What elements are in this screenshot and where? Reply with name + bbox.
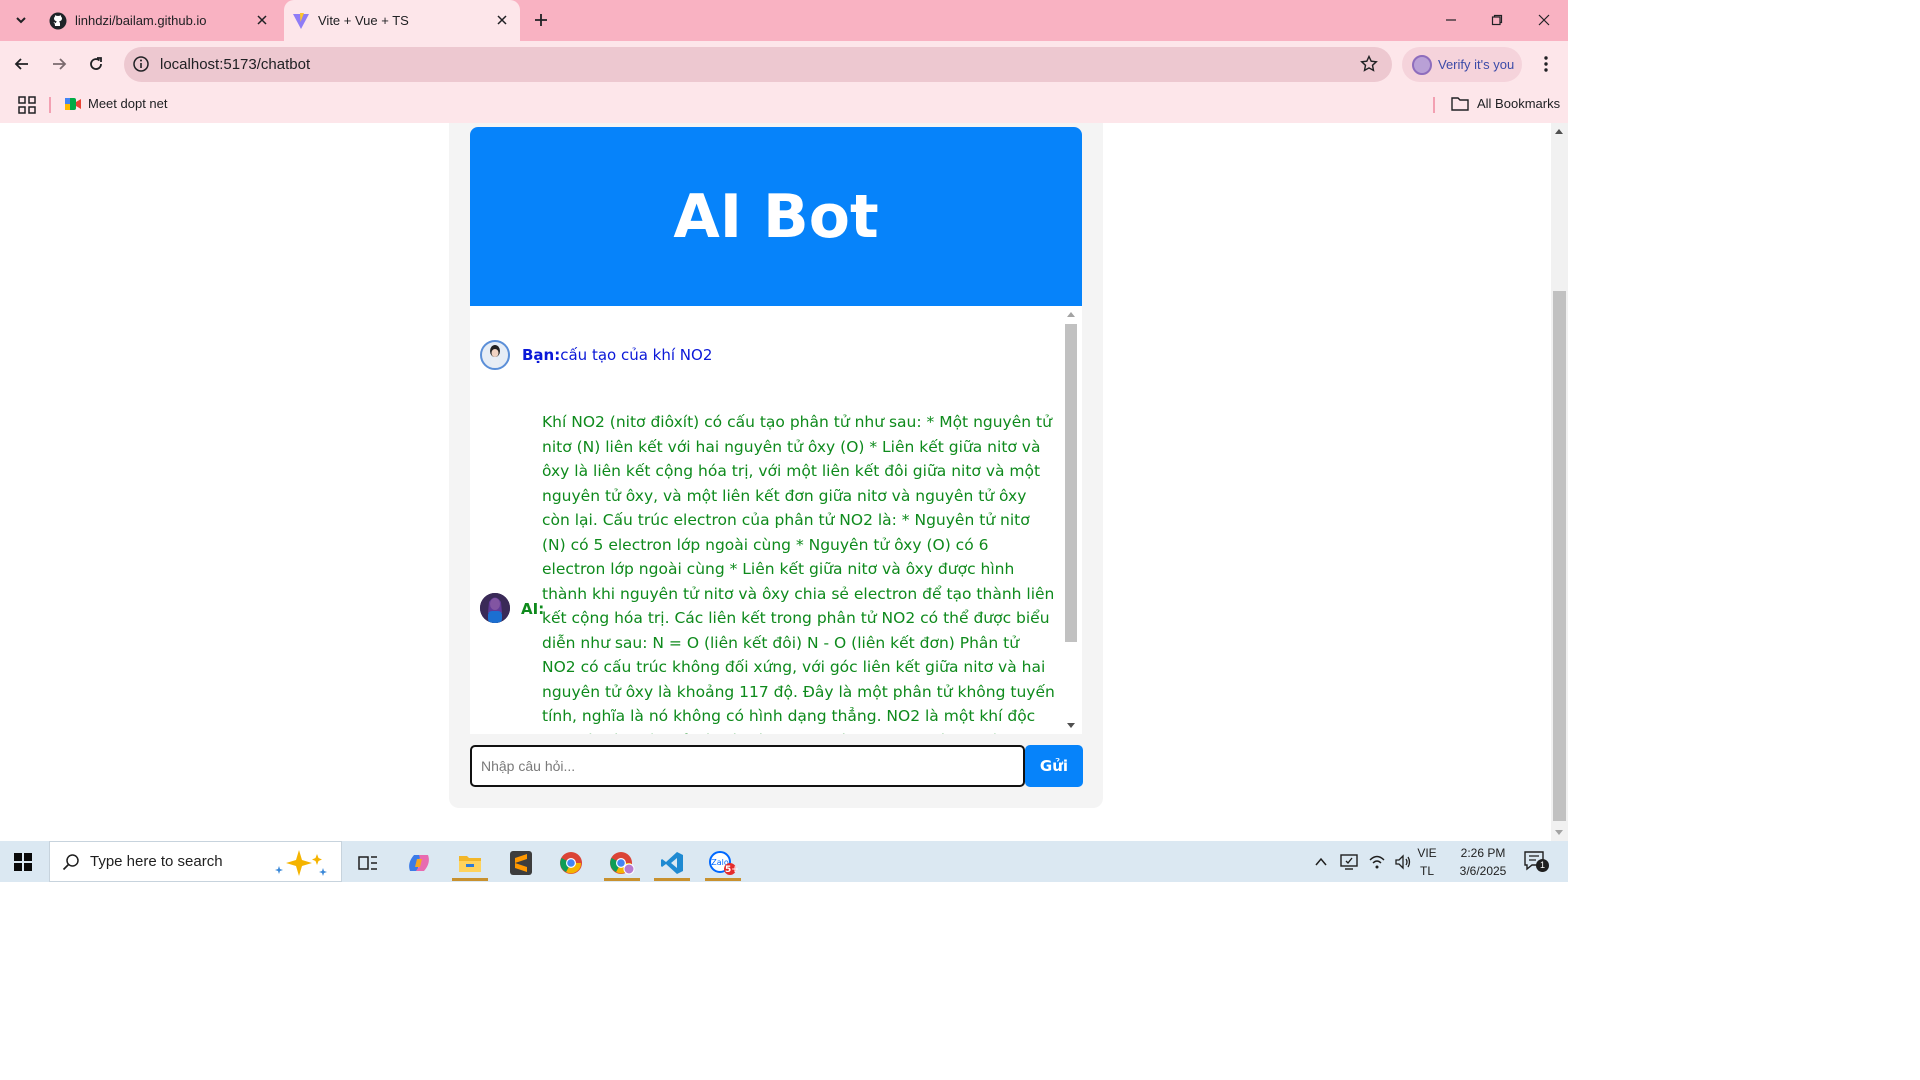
- browser-toolbar: localhost:5173/chatbot Verify it's you: [0, 41, 1568, 88]
- chatbot-card: AI Bot Bạn: cấu tạo của khí NO2 Khí NO2 …: [449, 123, 1103, 808]
- tab-title: linhdzi/bailam.github.io: [75, 13, 207, 28]
- forward-button[interactable]: [48, 53, 70, 75]
- browser-menu-button[interactable]: [1536, 53, 1556, 75]
- url-text: localhost:5173/chatbot: [160, 56, 311, 73]
- folder-icon: [1451, 96, 1469, 111]
- clock-date: 3/6/2025: [1459, 864, 1507, 878]
- wifi-icon[interactable]: [1368, 854, 1386, 870]
- page-scrollbar[interactable]: [1551, 123, 1568, 841]
- browser-tab-strip: linhdzi/bailam.github.io Vite + Vue + TS: [0, 0, 1568, 41]
- chat-input-row: Gửi: [470, 745, 1083, 787]
- sublime-text-icon[interactable]: [501, 845, 541, 881]
- verify-label: Verify it's you: [1438, 57, 1515, 72]
- profile-avatar-icon: [1412, 54, 1432, 75]
- windows-start-icon[interactable]: [14, 853, 32, 871]
- chevron-down-icon: [16, 17, 26, 24]
- tab-github[interactable]: linhdzi/bailam.github.io: [40, 0, 280, 41]
- scroll-up-arrow-icon[interactable]: [1555, 129, 1563, 134]
- site-info-icon[interactable]: [132, 55, 150, 73]
- bookmark-separator: [49, 97, 51, 113]
- scroll-down-arrow-icon[interactable]: [1555, 830, 1563, 835]
- taskbar-clock[interactable]: 2:26 PM 3/6/2025: [1453, 844, 1513, 880]
- chat-scrollbar[interactable]: [1064, 308, 1078, 732]
- language-code: VIE: [1417, 846, 1437, 860]
- tab-vite[interactable]: Vite + Vue + TS: [284, 0, 520, 41]
- google-meet-icon: [65, 97, 81, 110]
- ai-avatar-image: [480, 593, 510, 623]
- more-vertical-icon: [1544, 56, 1548, 72]
- notification-center[interactable]: 1: [1524, 851, 1549, 873]
- windows-taskbar: Type here to search Zalo 5+ VIE TL 2:26 …: [0, 841, 1568, 882]
- back-button[interactable]: [11, 53, 33, 75]
- arrow-left-icon: [14, 58, 28, 70]
- vscode-icon[interactable]: [652, 845, 692, 881]
- scroll-up-arrow-icon[interactable]: [1067, 312, 1075, 317]
- taskbar-search[interactable]: Type here to search: [49, 841, 342, 882]
- zalo-badge: 5+: [725, 865, 739, 875]
- page-scrollbar-thumb[interactable]: [1553, 291, 1566, 821]
- all-bookmarks-button[interactable]: All Bookmarks: [1451, 96, 1560, 111]
- minimize-icon: [1446, 19, 1456, 21]
- minimize-button[interactable]: [1440, 10, 1462, 30]
- user-sender-label: Bạn:: [522, 346, 561, 364]
- chat-header: AI Bot: [470, 127, 1082, 306]
- profile-verify-button[interactable]: Verify it's you: [1402, 47, 1522, 82]
- arrow-right-icon: [53, 58, 67, 70]
- apps-grid-icon[interactable]: [17, 95, 37, 115]
- scroll-down-arrow-icon[interactable]: [1067, 723, 1075, 728]
- github-icon: [49, 12, 67, 30]
- question-input[interactable]: [470, 745, 1025, 787]
- monitor-icon[interactable]: [1340, 853, 1358, 870]
- bookmark-star-icon[interactable]: [1360, 55, 1378, 73]
- reload-icon: [90, 57, 102, 70]
- tab-title: Vite + Vue + TS: [318, 13, 409, 28]
- clock-time: 2:26 PM: [1460, 846, 1506, 860]
- reload-button[interactable]: [85, 53, 107, 75]
- user-message: Bạn: cấu tạo của khí NO2: [480, 340, 712, 370]
- notification-count: 1: [1536, 859, 1549, 872]
- file-explorer-icon[interactable]: [450, 845, 490, 881]
- chat-scrollbar-thumb[interactable]: [1065, 324, 1077, 642]
- tab-search-button[interactable]: [8, 7, 34, 33]
- address-bar[interactable]: localhost:5173/chatbot: [124, 47, 1392, 82]
- new-tab-button[interactable]: [530, 9, 552, 31]
- copilot-icon[interactable]: [399, 845, 439, 881]
- chrome-icon[interactable]: [551, 845, 591, 881]
- restore-button[interactable]: [1486, 10, 1508, 30]
- bookmark-separator: [1433, 97, 1435, 113]
- user-avatar-image: [490, 345, 500, 367]
- close-window-button[interactable]: [1533, 10, 1555, 30]
- close-icon[interactable]: [494, 12, 510, 28]
- ai-avatar: [480, 593, 510, 623]
- user-avatar: [480, 340, 510, 370]
- system-tray: [1314, 841, 1412, 882]
- search-placeholder: Type here to search: [90, 853, 223, 870]
- volume-icon[interactable]: [1394, 853, 1412, 870]
- bookmarks-bar: Meet dopt net All Bookmarks: [0, 88, 1568, 123]
- chat-title: AI Bot: [673, 181, 879, 252]
- user-message-text: cấu tạo của khí NO2: [560, 346, 713, 364]
- chrome-profile-icon[interactable]: [602, 845, 642, 881]
- ai-message-text: Khí NO2 (nitơ điôxít) có cấu tạo phân tử…: [542, 413, 1055, 734]
- close-icon[interactable]: [254, 12, 270, 28]
- task-view-icon[interactable]: [348, 845, 388, 881]
- all-bookmarks-label: All Bookmarks: [1477, 96, 1561, 111]
- page-viewport: AI Bot Bạn: cấu tạo của khí NO2 Khí NO2 …: [0, 123, 1568, 841]
- vite-icon: [292, 12, 310, 30]
- chevron-up-icon[interactable]: [1314, 855, 1328, 869]
- ai-sender-label: AI:: [521, 600, 545, 618]
- plus-icon: [535, 14, 547, 26]
- restore-icon: [1491, 14, 1503, 26]
- close-icon: [1538, 14, 1550, 26]
- chat-messages[interactable]: Bạn: cấu tạo của khí NO2 Khí NO2 (nitơ đ…: [470, 306, 1082, 734]
- keyboard-layout: TL: [1419, 864, 1434, 878]
- search-icon: [62, 853, 79, 870]
- zalo-icon[interactable]: Zalo 5+: [703, 845, 743, 881]
- sparkle-icon: [275, 850, 327, 876]
- bookmark-label: Meet dopt net: [88, 96, 168, 111]
- bookmark-meet[interactable]: Meet dopt net: [65, 96, 168, 111]
- send-button[interactable]: Gửi: [1025, 745, 1083, 787]
- input-language[interactable]: VIE TL: [1414, 844, 1440, 880]
